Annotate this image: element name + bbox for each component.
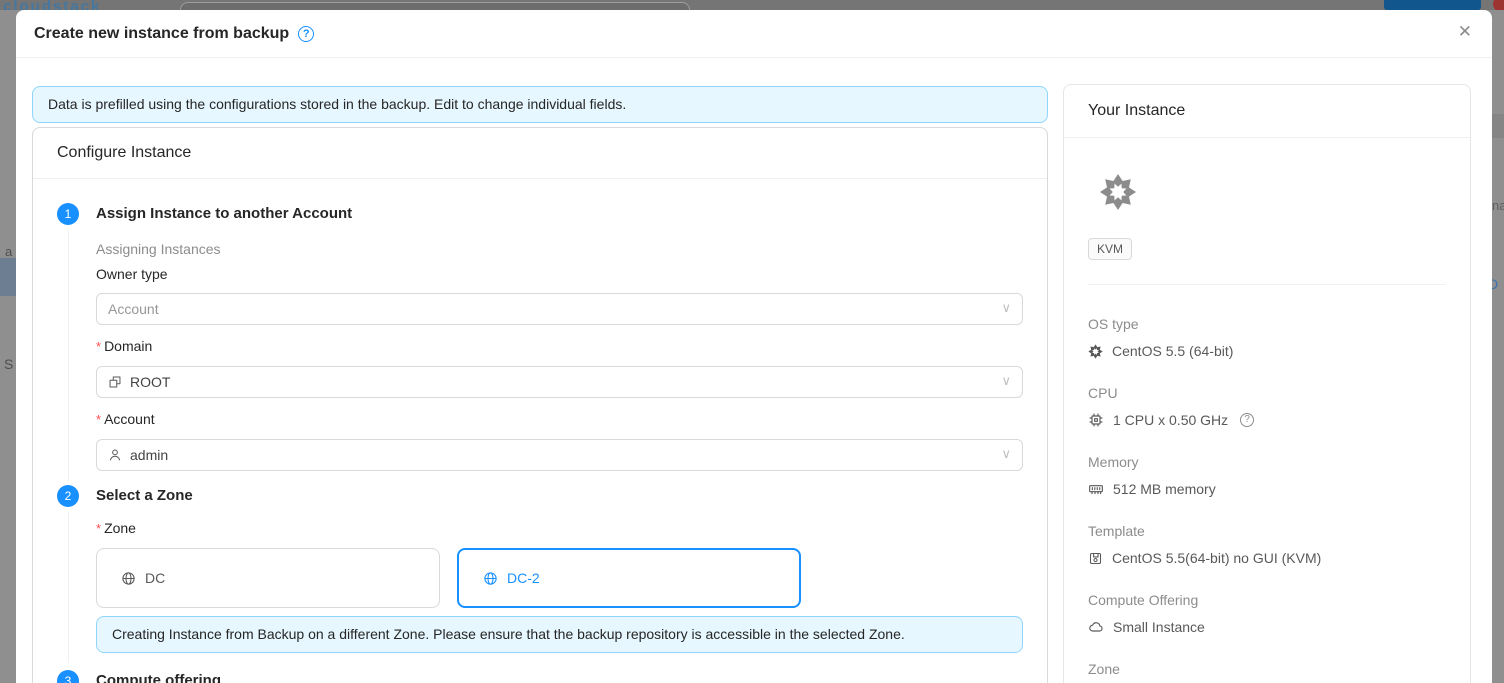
step-number-badge: 2 xyxy=(57,485,79,507)
zone-label: *Zone xyxy=(96,517,1023,540)
backdrop-search-box-fragment xyxy=(180,2,690,10)
backdrop-logo-fragment: cloudstack xyxy=(3,0,101,10)
domain-select[interactable]: ROOT ∨ xyxy=(96,366,1023,398)
account-label: *Account xyxy=(96,408,1023,431)
hypervisor-badge: KVM xyxy=(1088,238,1132,260)
backdrop-notification-badge-fragment xyxy=(1493,0,1504,10)
centos-icon xyxy=(1088,344,1103,359)
account-value: admin xyxy=(130,447,168,463)
zone-options: DC DC-2 xyxy=(96,548,1023,608)
step-title: Select a Zone xyxy=(96,485,1023,507)
detail-value-text: 1 CPU x 0.50 GHz xyxy=(1113,409,1228,431)
backdrop-text-fragment: a xyxy=(5,244,12,259)
modal-header: Create new instance from backup ? ✕ xyxy=(16,10,1492,58)
create-instance-from-backup-modal: Create new instance from backup ? ✕ Data… xyxy=(16,10,1492,683)
backdrop-link-fragment: D xyxy=(1492,276,1498,292)
detail-memory: Memory 512 MB memory xyxy=(1088,451,1446,500)
chevron-down-icon: ∨ xyxy=(1001,300,1011,316)
detail-label: Template xyxy=(1088,520,1446,542)
step-assign-account: 1 Assign Instance to another Account Ass… xyxy=(57,203,1023,485)
step-title: Compute offering xyxy=(96,670,1023,683)
step-compute-offering: 3 Compute offering xyxy=(57,670,1023,683)
card-body: 1 Assign Instance to another Account Ass… xyxy=(33,179,1047,683)
prefill-info-alert: Data is prefilled using the configuratio… xyxy=(32,86,1048,123)
chevron-down-icon: ∨ xyxy=(1001,373,1011,389)
backdrop-primary-button-fragment xyxy=(1384,0,1481,10)
zone-name: DC xyxy=(145,570,165,586)
required-mark: * xyxy=(96,412,101,427)
help-icon[interactable]: ? xyxy=(298,26,314,42)
backdrop-row-fragment xyxy=(1492,114,1504,138)
owner-type-value: Account xyxy=(108,301,159,317)
zone-warning-alert: Creating Instance from Backup on a diffe… xyxy=(96,616,1023,653)
memory-icon xyxy=(1088,481,1104,497)
zone-name: DC-2 xyxy=(507,570,540,586)
form-column: Data is prefilled using the configuratio… xyxy=(32,86,1048,683)
detail-value-text: Small Instance xyxy=(1113,616,1205,638)
modal-title: Create new instance from backup xyxy=(34,25,289,43)
chevron-down-icon: ∨ xyxy=(1001,446,1011,462)
step-number-badge: 1 xyxy=(57,203,79,225)
label-text: Account xyxy=(104,411,155,427)
blocks-icon xyxy=(108,375,122,389)
required-mark: * xyxy=(96,339,101,354)
detail-label: OS type xyxy=(1088,313,1446,335)
step-title: Assign Instance to another Account xyxy=(96,203,1023,225)
backdrop-top-bar: cloudstack xyxy=(0,0,1504,10)
detail-compute-offering: Compute Offering Small Instance xyxy=(1088,589,1446,638)
assigning-instances-note: Assigning Instances xyxy=(96,239,1023,259)
backdrop-right-edge: na D xyxy=(1492,10,1504,683)
step-body: *Zone DC xyxy=(96,517,1023,667)
step-select-zone: 2 Select a Zone *Zone DC xyxy=(57,485,1023,667)
centos-logo-icon xyxy=(1099,173,1446,214)
cloud-icon xyxy=(1088,619,1104,635)
required-mark: * xyxy=(96,521,101,536)
your-instance-title: Your Instance xyxy=(1064,85,1470,138)
account-select[interactable]: admin ∨ xyxy=(96,439,1023,471)
backdrop-text-fragment: S xyxy=(4,356,13,372)
detail-cpu: CPU 1 CPU x 0.50 GHz ? xyxy=(1088,382,1446,431)
detail-label: Compute Offering xyxy=(1088,589,1446,611)
owner-type-label: Owner type xyxy=(96,263,1023,285)
zone-card-dc-2[interactable]: DC-2 xyxy=(457,548,801,608)
close-icon[interactable]: ✕ xyxy=(1458,23,1472,40)
detail-os-type: OS type xyxy=(1088,313,1446,362)
question-circle-icon[interactable]: ? xyxy=(1240,413,1254,427)
detail-template: Template CentOS 5.5(64-bit) no GUI (KVM) xyxy=(1088,520,1446,569)
step-number-badge: 3 xyxy=(57,670,79,683)
detail-value-text: CentOS 5.5 (64-bit) xyxy=(1112,340,1233,362)
label-text: Owner type xyxy=(96,266,168,282)
cpu-icon xyxy=(1088,412,1104,428)
detail-label: CPU xyxy=(1088,382,1446,404)
backdrop-text-fragment: na xyxy=(1492,198,1504,213)
owner-type-select[interactable]: Account ∨ xyxy=(96,293,1023,325)
detail-zone: Zone xyxy=(1088,658,1446,680)
globe-icon xyxy=(483,571,498,586)
configure-instance-card: Configure Instance 1 Assign Instance to … xyxy=(32,127,1048,683)
save-icon xyxy=(1088,551,1103,566)
user-icon xyxy=(108,448,122,462)
label-text: Domain xyxy=(104,338,152,354)
step-body: Assigning Instances Owner type Account ∨… xyxy=(96,239,1023,485)
detail-value-text: 512 MB memory xyxy=(1113,478,1216,500)
domain-value: ROOT xyxy=(130,374,170,390)
label-text: Zone xyxy=(104,520,136,536)
zone-card-dc[interactable]: DC xyxy=(96,548,440,608)
domain-label: *Domain xyxy=(96,335,1023,358)
your-instance-body: KVM OS type xyxy=(1064,138,1470,683)
detail-value-text: CentOS 5.5(64-bit) no GUI (KVM) xyxy=(1112,547,1321,569)
globe-icon xyxy=(121,571,136,586)
detail-label: Zone xyxy=(1088,658,1446,680)
backdrop-left-edge: a S xyxy=(0,10,16,683)
backdrop-selected-menu-fragment xyxy=(0,258,16,296)
detail-label: Memory xyxy=(1088,451,1446,473)
your-instance-panel: Your Instance KVM xyxy=(1063,84,1471,683)
card-heading: Configure Instance xyxy=(33,128,1047,179)
divider xyxy=(1088,284,1446,285)
